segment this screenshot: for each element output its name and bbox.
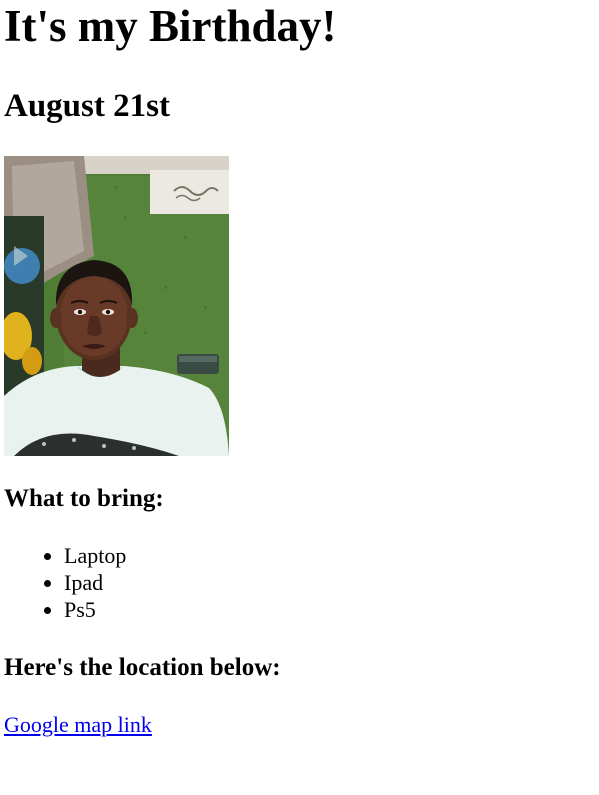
google-map-link[interactable]: Google map link bbox=[4, 711, 152, 739]
page-title: It's my Birthday! bbox=[4, 1, 337, 51]
bring-list: Laptop Ipad Ps5 bbox=[4, 542, 126, 623]
bring-heading: What to bring: bbox=[4, 485, 164, 512]
list-item: Ipad bbox=[64, 569, 126, 596]
person-selfie-photo bbox=[4, 156, 229, 456]
location-heading: Here's the location below: bbox=[4, 654, 281, 681]
birthday-date: August 21st bbox=[4, 88, 170, 124]
list-item: Ps5 bbox=[64, 596, 126, 623]
list-item: Laptop bbox=[64, 542, 126, 569]
